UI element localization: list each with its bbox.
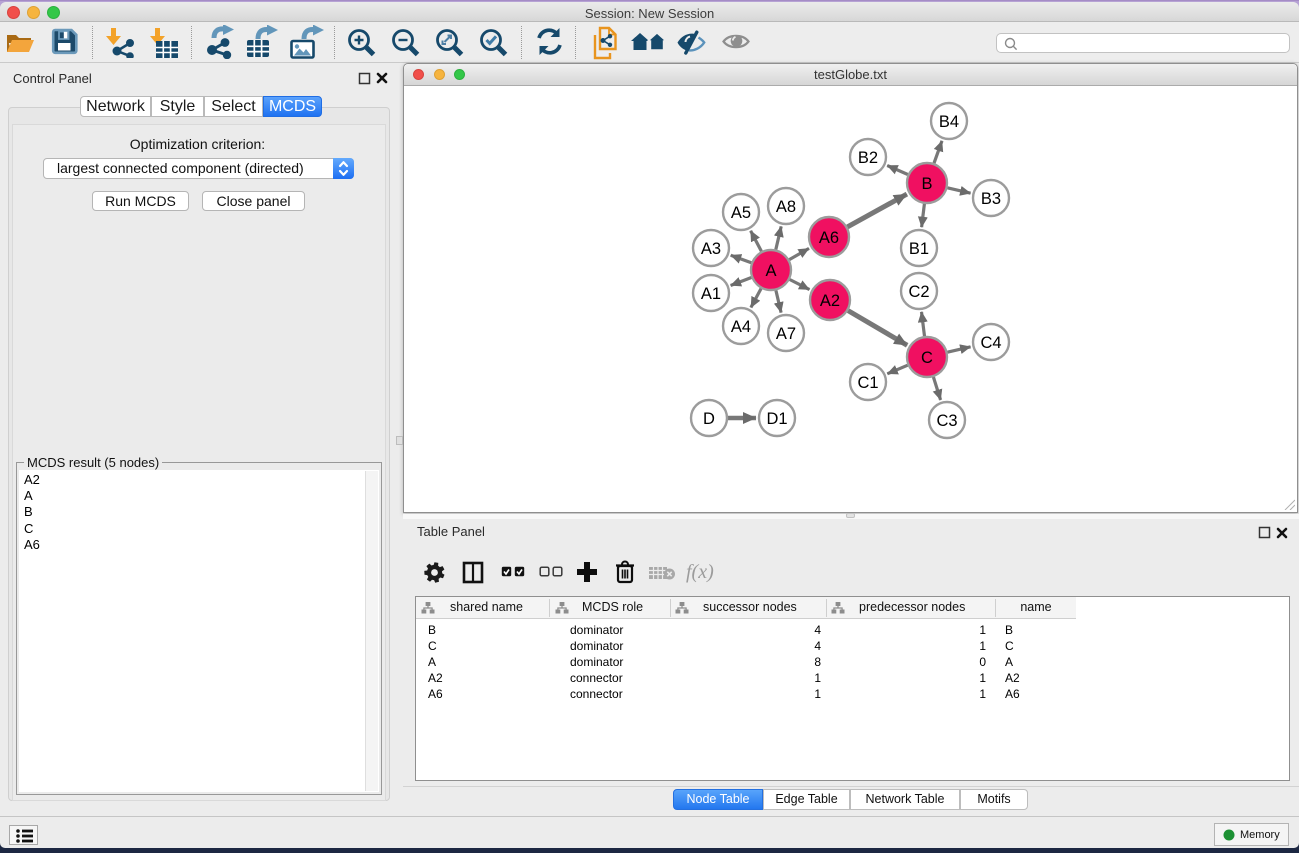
svg-text:C3: C3: [936, 412, 957, 430]
svg-text:B: B: [921, 175, 932, 193]
svg-text:C1: C1: [857, 374, 878, 392]
svg-text:A8: A8: [776, 198, 796, 216]
svg-text:A4: A4: [731, 318, 751, 336]
svg-text:C2: C2: [908, 283, 929, 301]
svg-text:A7: A7: [776, 325, 796, 343]
svg-text:B2: B2: [858, 149, 878, 167]
svg-text:A3: A3: [701, 240, 721, 258]
svg-text:C4: C4: [980, 334, 1001, 352]
svg-text:A2: A2: [820, 292, 840, 310]
svg-text:B4: B4: [939, 113, 959, 131]
svg-text:A5: A5: [731, 204, 751, 222]
svg-text:D1: D1: [766, 410, 787, 428]
svg-text:D: D: [703, 410, 715, 428]
svg-text:A: A: [765, 262, 776, 280]
svg-text:B1: B1: [909, 240, 929, 258]
svg-text:A6: A6: [819, 229, 839, 247]
svg-text:B3: B3: [981, 190, 1001, 208]
svg-text:A1: A1: [701, 285, 721, 303]
svg-text:C: C: [921, 349, 933, 367]
